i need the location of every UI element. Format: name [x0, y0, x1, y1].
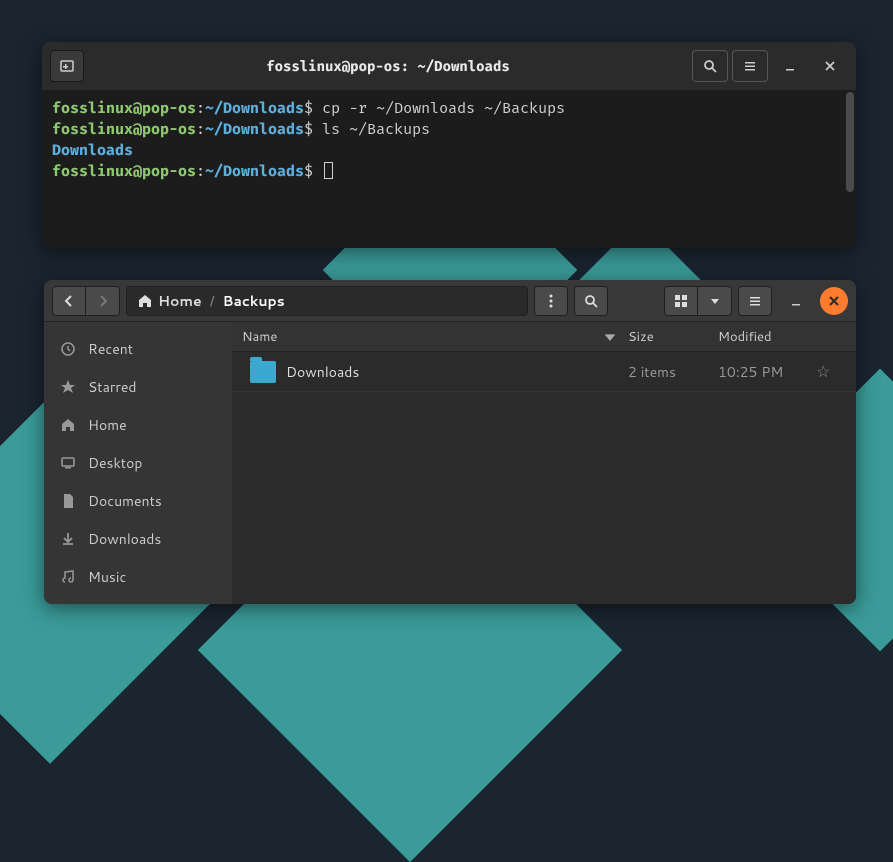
desktop-icon [60, 455, 76, 471]
sidebar-item-starred[interactable]: Starred [44, 368, 232, 406]
terminal-line: fosslinux@pop-os:~/Downloads$ [52, 161, 846, 182]
terminal-window: fosslinux@pop-os: ~/Downloads fosslinux@… [42, 42, 856, 248]
sidebar-item-home[interactable]: Home [44, 406, 232, 444]
sidebar-item-desktop[interactable]: Desktop [44, 444, 232, 482]
terminal-scrollbar[interactable] [846, 92, 854, 192]
file-manager-main: Name Size Modified Downloads 2 items 10:… [232, 322, 856, 604]
terminal-line: fosslinux@pop-os:~/Downloads$ cp -r ~/Do… [52, 98, 846, 119]
home-icon [60, 417, 76, 433]
view-dropdown-button[interactable] [698, 286, 732, 316]
file-manager-window: Home / Backups [44, 280, 856, 604]
breadcrumb-current[interactable]: Backups [223, 291, 285, 311]
terminal-titlebar: fosslinux@pop-os: ~/Downloads [42, 42, 856, 90]
document-icon [60, 493, 76, 509]
star-toggle[interactable]: ☆ [816, 360, 856, 383]
clock-icon [60, 341, 76, 357]
terminal-line: fosslinux@pop-os:~/Downloads$ ls ~/Backu… [52, 119, 846, 140]
column-modified[interactable]: Modified [718, 328, 816, 346]
terminal-output: Downloads [52, 140, 846, 161]
download-icon [60, 531, 76, 547]
sidebar-item-recent[interactable]: Recent [44, 330, 232, 368]
breadcrumb-separator: / [210, 291, 215, 311]
back-button[interactable] [52, 286, 86, 316]
new-tab-button[interactable] [50, 50, 84, 82]
breadcrumb[interactable]: Home / Backups [126, 286, 528, 316]
file-row[interactable]: Downloads 2 items 10:25 PM ☆ [232, 352, 856, 392]
star-icon [60, 379, 76, 395]
sidebar-item-music[interactable]: Music [44, 558, 232, 596]
file-name: Downloads [286, 362, 359, 382]
minimize-button[interactable] [778, 285, 814, 317]
hamburger-menu-button[interactable] [738, 286, 772, 316]
breadcrumb-home[interactable]: Home [137, 291, 202, 311]
sidebar-item-downloads[interactable]: Downloads [44, 520, 232, 558]
file-manager-sidebar: Recent Starred Home Desktop Documents Do… [44, 322, 232, 604]
column-name[interactable]: Name [232, 328, 628, 346]
search-button[interactable] [692, 50, 728, 82]
terminal-title: fosslinux@pop-os: ~/Downloads [88, 58, 688, 75]
file-modified: 10:25 PM [718, 362, 816, 382]
minimize-button[interactable] [772, 50, 808, 82]
search-button[interactable] [574, 286, 608, 316]
column-size[interactable]: Size [628, 328, 718, 346]
folder-icon [250, 361, 276, 383]
close-button[interactable] [820, 287, 848, 315]
sidebar-item-documents[interactable]: Documents [44, 482, 232, 520]
close-button[interactable] [812, 50, 848, 82]
file-size: 2 items [628, 362, 718, 382]
grid-view-button[interactable] [664, 286, 698, 316]
path-menu-button[interactable] [534, 286, 568, 316]
terminal-body[interactable]: fosslinux@pop-os:~/Downloads$ cp -r ~/Do… [42, 90, 856, 190]
file-manager-toolbar: Home / Backups [44, 280, 856, 322]
sort-down-icon [602, 329, 618, 345]
music-icon [60, 569, 76, 585]
cursor [324, 162, 333, 179]
hamburger-menu-button[interactable] [732, 50, 768, 82]
forward-button[interactable] [86, 286, 120, 316]
column-headers: Name Size Modified [232, 322, 856, 352]
